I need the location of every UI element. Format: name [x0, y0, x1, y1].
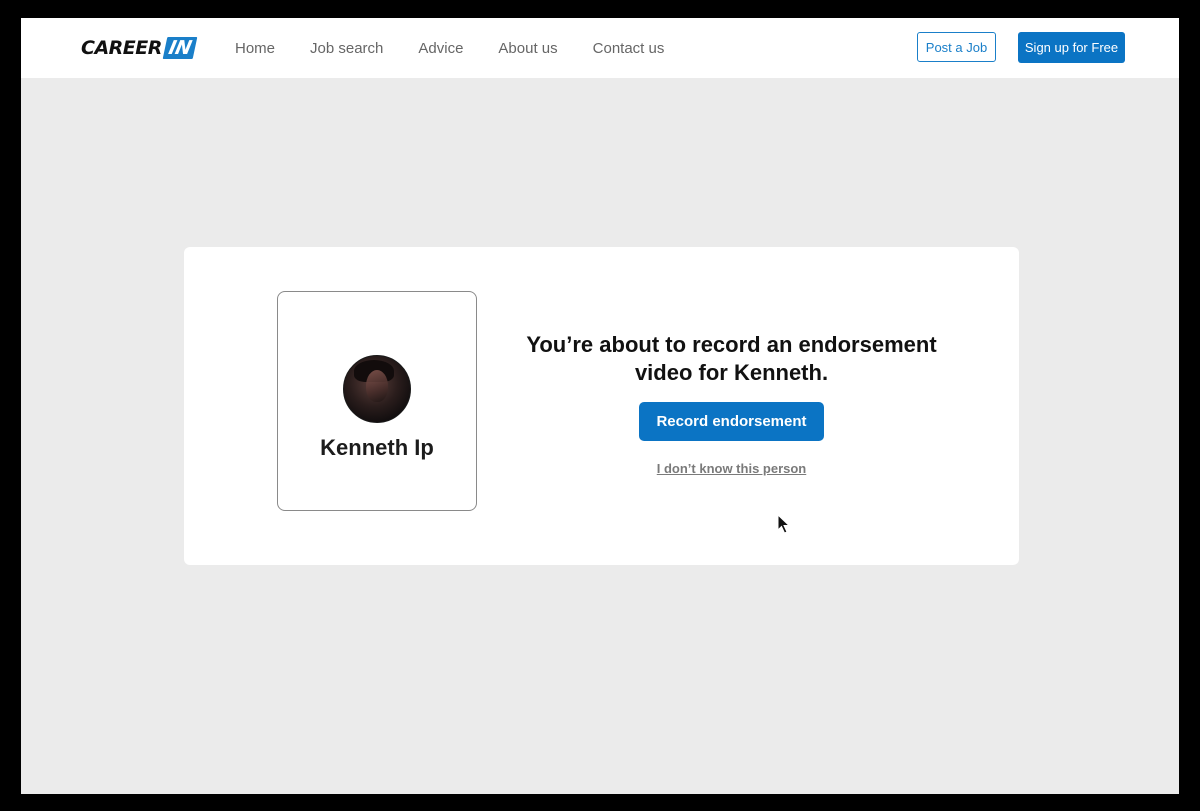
- avatar: [343, 355, 411, 423]
- nav-home[interactable]: Home: [235, 40, 275, 57]
- main-nav: Home Job search Advice About us Contact …: [235, 18, 699, 78]
- endorsement-headline: You’re about to record an endorsement vi…: [526, 332, 937, 385]
- mouse-pointer-icon: [777, 514, 791, 534]
- logo-text: CAREER: [81, 37, 162, 59]
- profile-name: Kenneth Ip: [320, 435, 434, 460]
- careerin-logo[interactable]: CAREER IN: [81, 36, 198, 60]
- nav-about-us[interactable]: About us: [498, 40, 557, 57]
- app-window: CAREER IN Home Job search Advice About u…: [21, 18, 1179, 794]
- endorsement-card: Kenneth Ip You’re about to record an end…: [184, 247, 1019, 565]
- post-job-button[interactable]: Post a Job: [917, 32, 996, 62]
- dont-know-person-link[interactable]: I don’t know this person: [639, 461, 824, 476]
- record-endorsement-button[interactable]: Record endorsement: [639, 402, 824, 441]
- nav-contact-us[interactable]: Contact us: [593, 40, 665, 57]
- signup-button[interactable]: Sign up for Free: [1018, 32, 1125, 63]
- top-navbar: CAREER IN Home Job search Advice About u…: [21, 18, 1179, 78]
- nav-advice[interactable]: Advice: [418, 40, 463, 57]
- logo-badge: IN: [162, 37, 198, 59]
- profile-card: Kenneth Ip: [277, 291, 477, 511]
- nav-job-search[interactable]: Job search: [310, 40, 383, 57]
